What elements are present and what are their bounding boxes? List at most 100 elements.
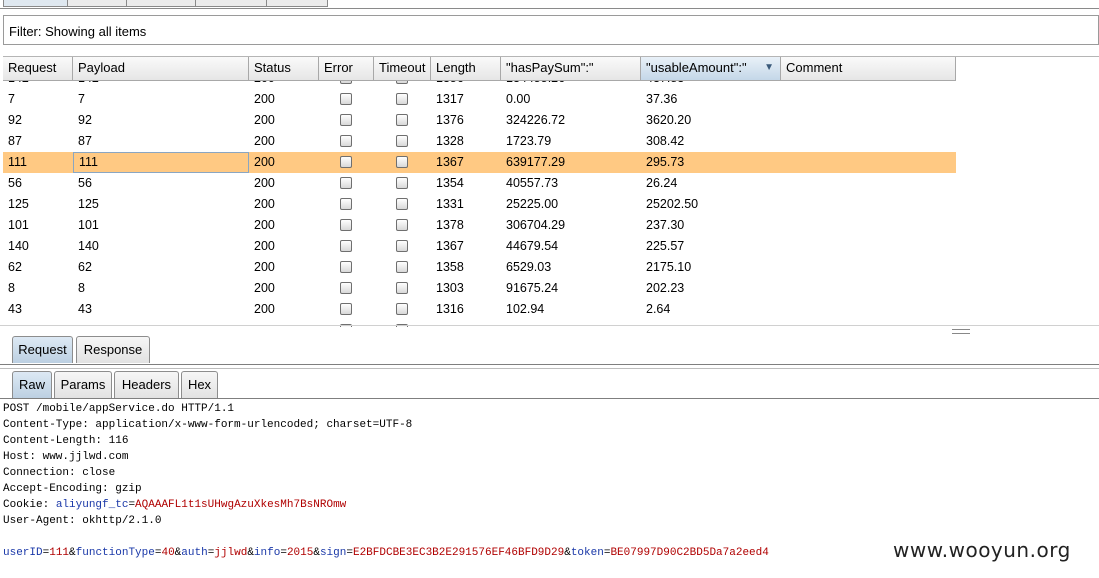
filter-bar[interactable]: Filter: Showing all items [3,15,1099,45]
column-comment[interactable]: Comment [781,57,956,80]
cell-payload: 142 [73,81,249,89]
results-table[interactable]: Request Payload Status Error Timeout Len… [3,56,1099,327]
table-body: 142 142 200 1356 134455.26 437.83 772001… [3,81,956,327]
timeout-checkbox[interactable] [396,198,408,210]
timeout-checkbox[interactable] [396,261,408,273]
cell-status: 200 [254,197,275,211]
cell-status: 200 [254,302,275,316]
table-row[interactable]: 43 43 200 1316 102.94 2.64 [3,299,956,320]
top-tab-target[interactable] [67,0,127,7]
timeout-checkbox[interactable] [396,135,408,147]
error-checkbox [340,81,352,84]
cell-usableamount: 295.73 [646,155,685,169]
cell-request: 111 [8,155,28,169]
timeout-checkbox[interactable] [396,93,408,105]
split-divider[interactable] [0,325,1099,326]
tab-response[interactable]: Response [76,336,150,363]
column-length[interactable]: Length [431,57,501,80]
header-line: Accept-Encoding: gzip [3,483,142,495]
column-timeout[interactable]: Timeout [374,57,431,80]
cell-payload: 62 [78,260,92,274]
top-tab-options[interactable] [266,0,328,7]
table-row[interactable]: 56 56 200 1354 40557.73 26.24 [3,173,956,194]
cell-comment [781,278,956,299]
timeout-checkbox[interactable] [396,282,408,294]
cell-usableamount: 26.24 [646,176,678,190]
cell-usableamount: 2175.10 [646,260,692,274]
error-checkbox[interactable] [340,114,352,126]
tab-headers[interactable]: Headers [114,371,179,398]
cell-usableamount: 437.83 [641,81,781,89]
table-row[interactable]: 8 8 200 1303 91675.24 202.23 [3,278,956,299]
header-line: Connection: close [3,467,116,479]
tab-params[interactable]: Params [54,371,112,398]
timeout-checkbox[interactable] [396,114,408,126]
param-value: 40 [161,547,175,559]
cell-status: 200 [254,176,275,190]
resize-handle[interactable] [952,329,970,334]
error-checkbox[interactable] [340,156,352,168]
param-name: info [253,547,281,559]
error-checkbox[interactable] [340,93,352,105]
table-row[interactable]: 101 101 200 1378 306704.29 237.30 [3,215,956,236]
table-row[interactable]: 125 125 200 1331 25225.00 25202.50 [3,194,956,215]
cell-comment [781,236,956,257]
top-tab-results[interactable] [3,0,68,7]
cell-usableamount: 225.57 [646,239,685,253]
cell-payload: 101 [78,218,99,232]
cell-haspaysum: 25225.00 [506,197,559,211]
column-payload[interactable]: Payload [73,57,249,80]
cell-request: 8 [8,281,15,295]
param-name: functionType [75,547,155,559]
column-error[interactable]: Error [319,57,374,80]
timeout-checkbox[interactable] [396,219,408,231]
cell-payload: 7 [78,92,85,106]
cell-comment [781,110,956,131]
column-haspaysum[interactable]: "hasPaySum":" [501,57,641,80]
error-checkbox[interactable] [340,303,352,315]
table-row-partial[interactable]: 142 142 200 1356 134455.26 437.83 [3,81,956,89]
timeout-checkbox[interactable] [396,177,408,189]
error-checkbox[interactable] [340,177,352,189]
table-row[interactable]: 62 62 200 1358 6529.03 2175.10 [3,257,956,278]
table-row[interactable]: 87 87 200 1328 1723.79 308.42 [3,131,956,152]
cell-length: 1358 [436,260,464,274]
timeout-checkbox[interactable] [396,156,408,168]
table-row[interactable]: 140 140 200 1367 44679.54 225.57 [3,236,956,257]
error-checkbox[interactable] [340,261,352,273]
cell-request: 142 [3,81,73,89]
param-value: 111 [49,547,70,559]
table-row[interactable]: 92 92 200 1376 324226.72 3620.20 [3,110,956,131]
cell-comment [781,215,956,236]
column-usableamount[interactable]: "usableAmount":" ▼ [641,57,781,80]
tab-request[interactable]: Request [12,336,73,363]
error-checkbox[interactable] [340,282,352,294]
viewer-tabs: Request Response [0,336,1099,365]
param-name: token [570,547,604,559]
cell-status: 200 [254,113,275,127]
table-row-selected[interactable]: 111 111 200 1367 639177.29 295.73 [3,152,956,173]
cell-status: 200 [254,281,275,295]
top-tab-positions[interactable] [126,0,196,7]
timeout-checkbox[interactable] [396,240,408,252]
timeout-checkbox[interactable] [396,303,408,315]
error-checkbox[interactable] [340,198,352,210]
cell-length: 1367 [436,155,464,169]
cell-comment [781,89,956,110]
cell-request: 87 [8,134,22,148]
cell-haspaysum: 91675.24 [506,281,559,295]
error-checkbox[interactable] [340,219,352,231]
column-status[interactable]: Status [249,57,319,80]
column-request[interactable]: Request [3,57,73,80]
cell-usableamount: 2.64 [646,302,671,316]
top-tab-payloads[interactable] [195,0,267,7]
error-checkbox[interactable] [340,240,352,252]
tab-raw[interactable]: Raw [12,371,52,398]
table-row[interactable]: 7 7 200 1317 0.00 37.36 [3,89,956,110]
cell-haspaysum: 102.94 [506,302,545,316]
cell-usableamount: 25202.50 [646,197,699,211]
cell-length: 1303 [436,281,464,295]
cookie-name: aliyungf_tc [55,499,129,511]
tab-hex[interactable]: Hex [181,371,218,398]
error-checkbox[interactable] [340,135,352,147]
